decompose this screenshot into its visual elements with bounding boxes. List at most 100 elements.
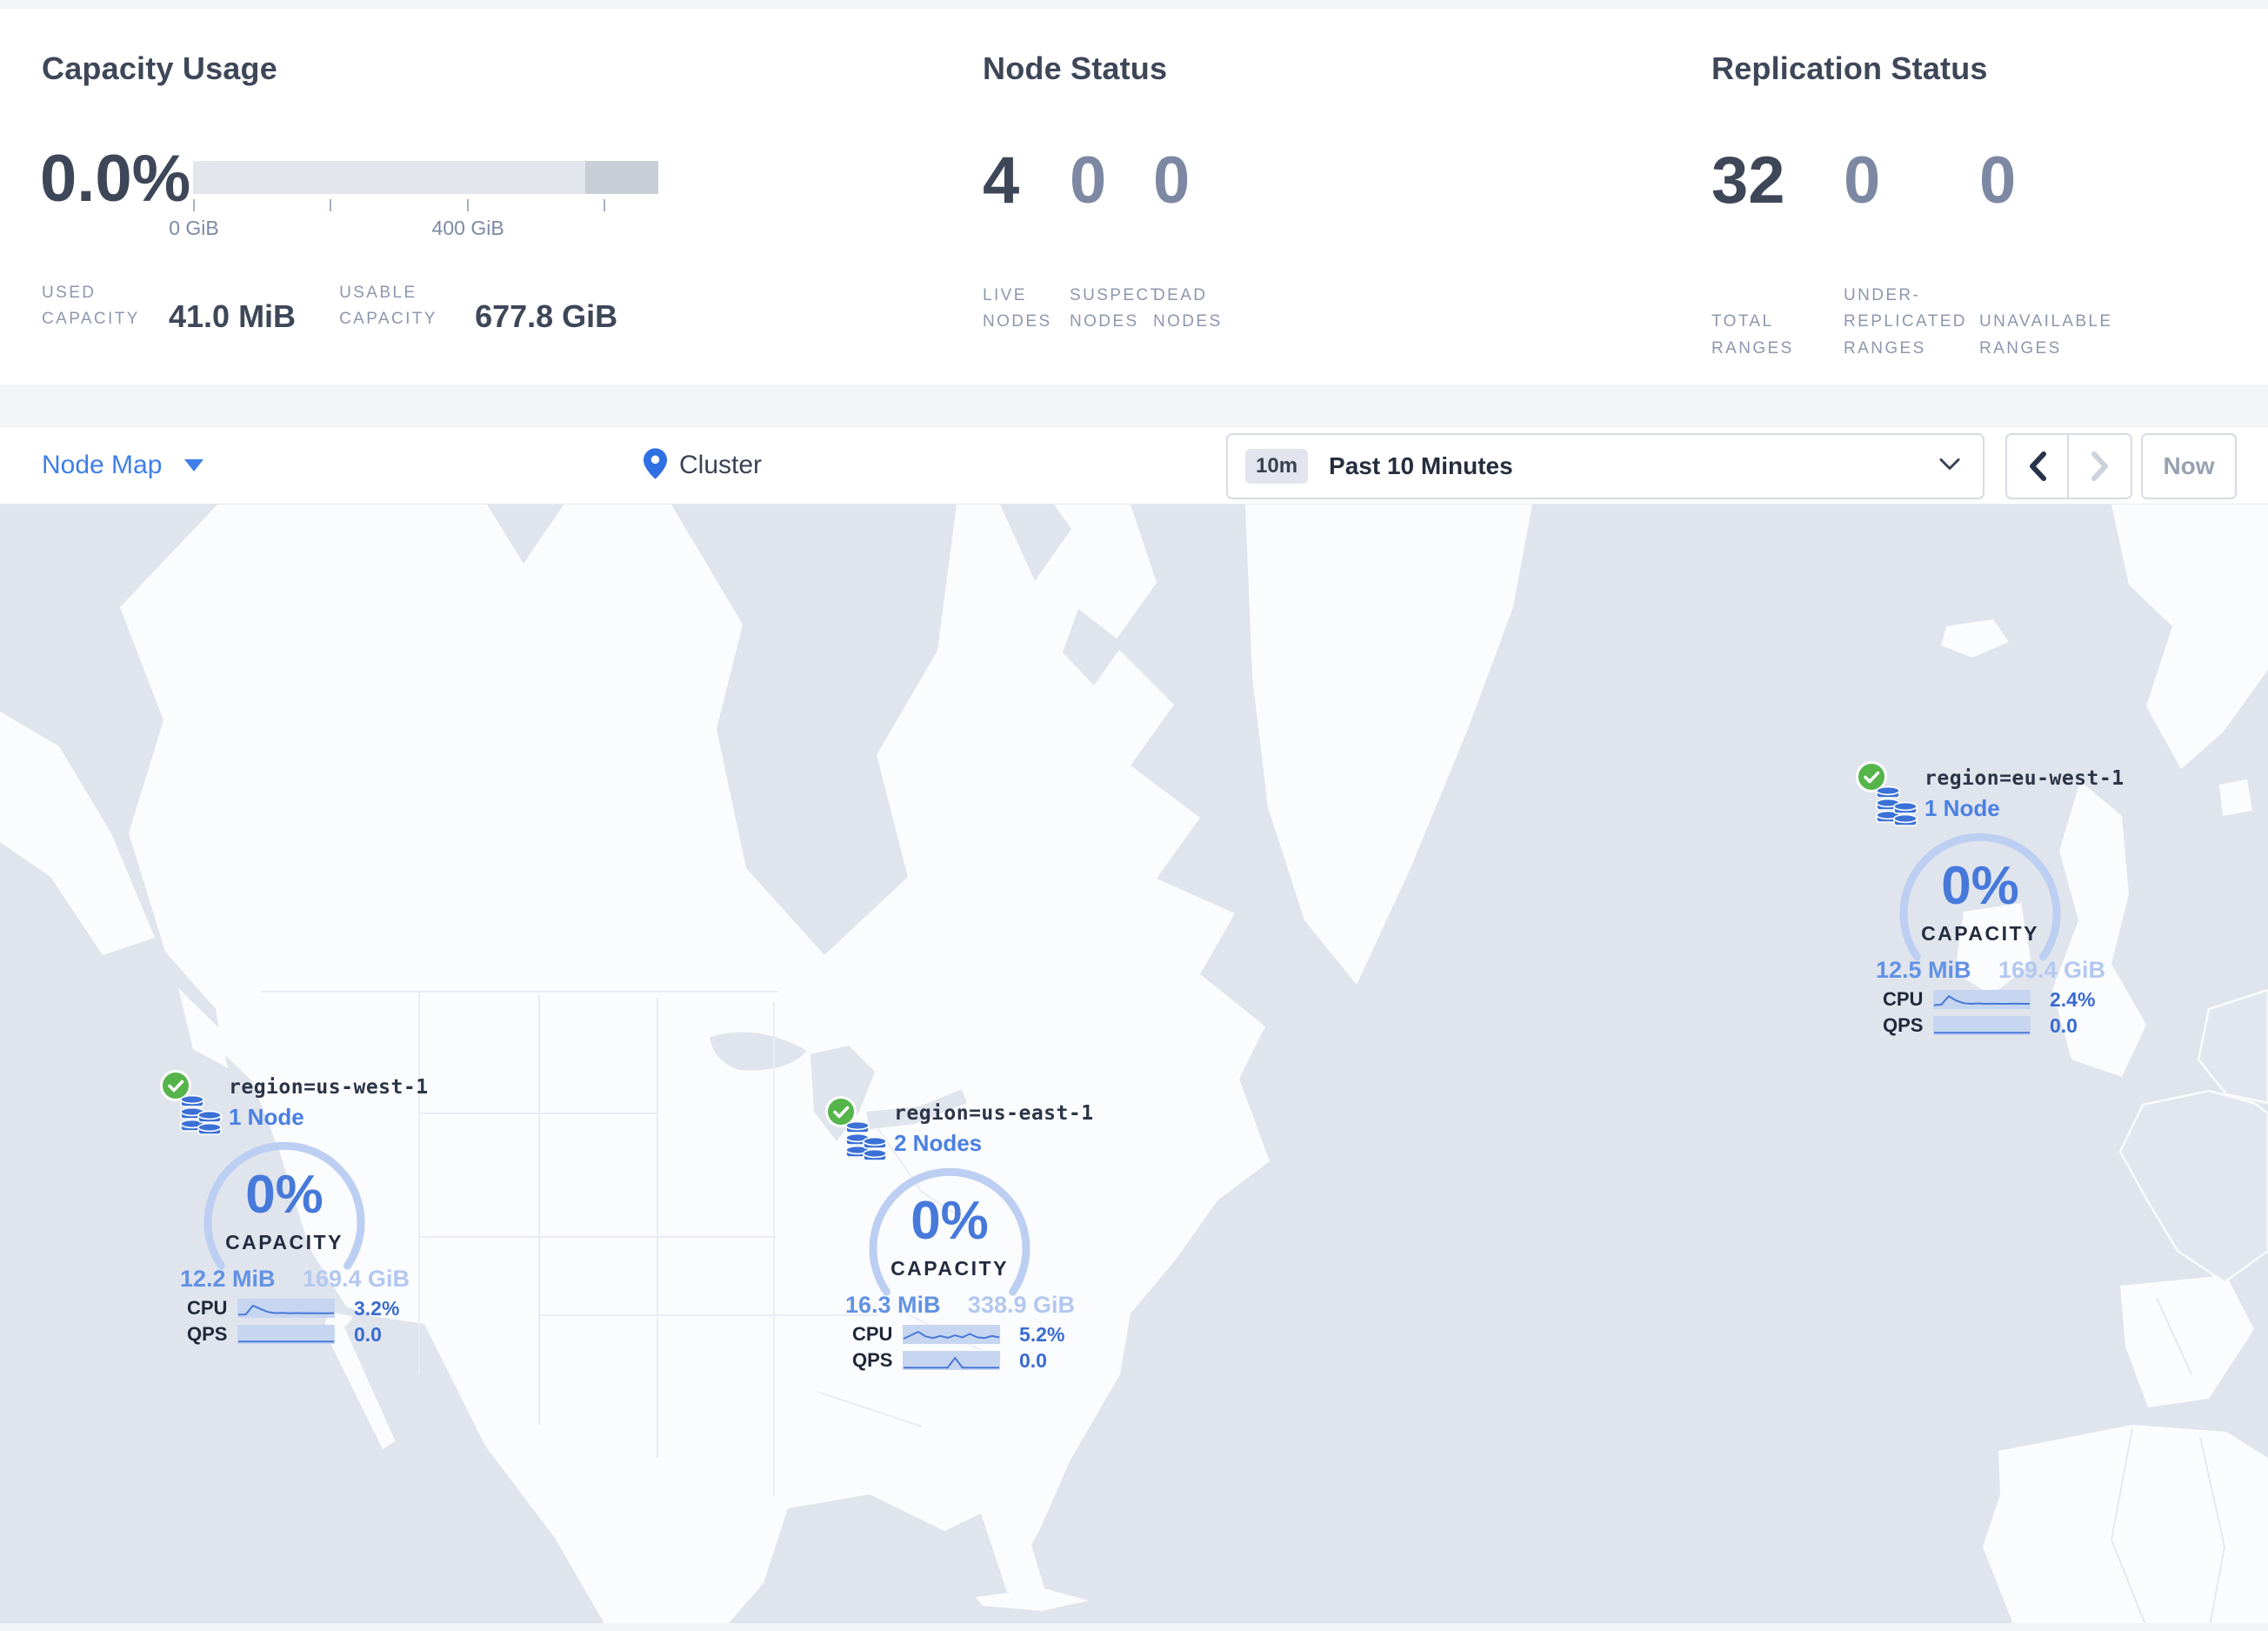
node-status-numbers: 4 0 0 — [983, 148, 1190, 214]
world-map[interactable]: region=us-west-1 1 Node 0% CAPACITY 12.2… — [0, 505, 2268, 1631]
panel-divider-band — [0, 384, 2268, 426]
capacity-values: 12.2 MiB 169.4 GiB — [161, 1266, 422, 1293]
used-value: 16.3 MiB — [845, 1292, 941, 1318]
suspect-nodes-count: 0 — [1070, 144, 1107, 217]
used-capacity-value: 41.0 MiB — [169, 297, 297, 334]
replication-labels: TOTAL RANGES UNDER-REPLICATED RANGES UNA… — [1711, 283, 2131, 362]
caret-down-icon — [184, 459, 204, 471]
capacity-usage-title: Capacity Usage — [42, 50, 277, 86]
capacity-gauge-percent: 0% — [245, 1165, 324, 1225]
now-button-label: Now — [2163, 452, 2215, 479]
capacity-bar-track — [193, 161, 658, 194]
view-selector-label: Node Map — [42, 451, 163, 479]
under-replicated-label: UNDER-REPLICATED RANGES — [1844, 286, 1967, 358]
qps-metric-row: QPS 0.0 — [187, 1323, 430, 1346]
usable-capacity-label: USABLE CAPACITY — [339, 284, 437, 329]
region-label: region=us-west-1 — [229, 1076, 429, 1099]
now-button[interactable]: Now — [2141, 433, 2237, 499]
database-nodes-icon — [180, 1088, 222, 1143]
capacity-gauge-label: CAPACITY — [225, 1231, 344, 1253]
node-status-title: Node Status — [983, 50, 1168, 86]
locality-marker-us-west-1[interactable]: region=us-west-1 1 Node 0% CAPACITY 12.2… — [160, 1066, 428, 1353]
time-step-back-button[interactable] — [2007, 435, 2069, 498]
qps-label: QPS — [1883, 1014, 1924, 1036]
capacity-gauge-percent: 0% — [911, 1191, 989, 1251]
capacity-gauge-label: CAPACITY — [891, 1257, 1009, 1280]
live-nodes-label: LIVE NODES — [983, 286, 1052, 331]
capacity-bar-reserved-segment — [585, 161, 658, 194]
used-value: 12.2 MiB — [180, 1266, 276, 1292]
locality-marker-eu-west-1[interactable]: region=eu-west-1 1 Node 0% CAPACITY 12.5… — [1856, 757, 2124, 1044]
used-capacity-label: USED CAPACITY — [42, 284, 140, 329]
capacity-bar-tick: 0 GiB — [169, 199, 219, 239]
qps-label: QPS — [187, 1323, 228, 1345]
time-step-forward-button[interactable] — [2069, 435, 2131, 498]
capacity-values: 12.5 MiB 169.4 GiB — [1857, 957, 2118, 984]
cpu-metric-row: CPU 5.2% — [852, 1323, 1096, 1346]
cpu-label: CPU — [852, 1323, 893, 1345]
time-step-buttons — [2005, 433, 2132, 499]
live-nodes-count: 4 — [983, 144, 1020, 217]
chevron-down-icon — [1939, 458, 1960, 475]
qps-value: 0.0 — [2050, 1013, 2078, 1037]
time-range-label: Past 10 Minutes — [1329, 452, 1513, 479]
node-count-link[interactable]: 1 Node — [1924, 795, 2000, 822]
capacity-details: USED CAPACITY 41.0 MiB USABLE CAPACITY 6… — [42, 280, 617, 333]
cpu-sparkline — [237, 1299, 335, 1318]
suspect-nodes-label: SUSPECT NODES — [1070, 286, 1163, 331]
cpu-label: CPU — [1883, 988, 1924, 1010]
cpu-value: 5.2% — [1019, 1322, 1065, 1346]
node-status-labels: LIVE NODES SUSPECT NODES DEAD NODES — [983, 283, 1231, 336]
qps-value: 0.0 — [354, 1322, 382, 1346]
locality-marker-us-east-1[interactable]: region=us-east-1 2 Nodes 0% CAPACITY 16.… — [825, 1092, 1093, 1379]
used-value: 12.5 MiB — [1876, 957, 1971, 983]
qps-label: QPS — [852, 1349, 893, 1371]
node-count-link[interactable]: 2 Nodes — [894, 1130, 982, 1157]
cpu-metric-row: CPU 2.4% — [1883, 988, 2126, 1011]
node-count-link[interactable]: 1 Node — [229, 1104, 304, 1131]
unavailable-label: UNAVAILABLE RANGES — [1979, 312, 2113, 358]
total-value: 169.4 GiB — [1998, 957, 2105, 983]
database-nodes-icon — [1876, 779, 1918, 834]
total-ranges-count: 32 — [1711, 144, 1785, 217]
cpu-sparkline — [903, 1325, 1000, 1344]
cpu-label: CPU — [187, 1297, 228, 1319]
map-toolbar: Node Map Cluster 10m Past 10 Minutes Now — [0, 426, 2268, 505]
capacity-bar-tick — [603, 199, 605, 211]
replication-status-title: Replication Status — [1711, 50, 1988, 86]
under-replicated-count: 0 — [1844, 144, 1881, 217]
qps-sparkline — [903, 1351, 1000, 1370]
cluster-summary-panel: Capacity Usage 0.0% 0 GiB 400 GiB USED CA… — [0, 9, 2268, 384]
view-selector-dropdown[interactable]: Node Map — [42, 427, 204, 504]
cpu-value: 2.4% — [2050, 987, 2096, 1011]
dead-nodes-label: DEAD NODES — [1153, 286, 1223, 331]
time-range-badge: 10m — [1245, 449, 1309, 484]
qps-sparkline — [237, 1325, 335, 1344]
qps-metric-row: QPS 0.0 — [852, 1349, 1096, 1372]
total-value: 338.9 GiB — [967, 1292, 1075, 1318]
dead-nodes-count: 0 — [1153, 144, 1191, 217]
breadcrumb[interactable]: Cluster — [644, 427, 762, 504]
total-value: 169.4 GiB — [302, 1266, 410, 1292]
time-range-selector[interactable]: 10m Past 10 Minutes — [1226, 433, 1984, 499]
capacity-percent: 0.0% — [40, 142, 191, 216]
capacity-gauge-label: CAPACITY — [1921, 922, 2039, 945]
cpu-sparkline — [1933, 990, 2031, 1009]
cpu-value: 3.2% — [354, 1296, 400, 1320]
cpu-metric-row: CPU 3.2% — [187, 1297, 430, 1320]
breadcrumb-label: Cluster — [679, 451, 763, 479]
usable-capacity-value: 677.8 GiB — [475, 297, 618, 334]
qps-metric-row: QPS 0.0 — [1883, 1014, 2126, 1037]
node-map-page: Capacity Usage 0.0% 0 GiB 400 GiB USED CA… — [0, 0, 2268, 1631]
capacity-bar-tick: 400 GiB — [432, 199, 504, 239]
qps-value: 0.0 — [1019, 1348, 1047, 1372]
region-label: region=us-east-1 — [894, 1102, 1094, 1125]
capacity-bar-ticks: 0 GiB 400 GiB — [169, 199, 658, 243]
replication-numbers: 32 0 0 — [1711, 148, 2016, 214]
region-label: region=eu-west-1 — [1924, 767, 2125, 790]
map-pin-icon — [644, 447, 667, 484]
database-nodes-icon — [845, 1114, 887, 1169]
capacity-bar-tick — [329, 199, 331, 211]
capacity-bar: 0 GiB 400 GiB — [169, 161, 658, 239]
capacity-gauge-percent: 0% — [1941, 856, 2019, 916]
